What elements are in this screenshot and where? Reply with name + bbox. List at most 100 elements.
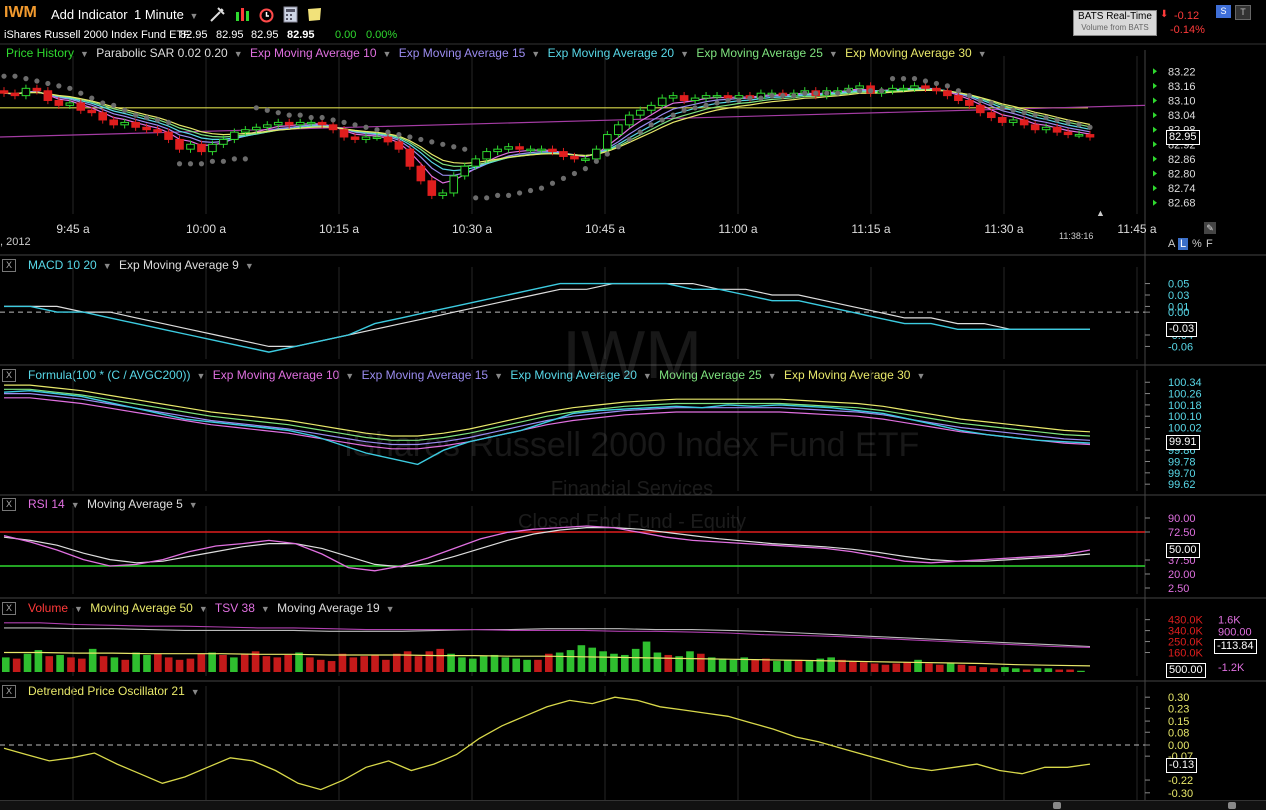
scroll-marker-icon[interactable]: ▲ xyxy=(1096,208,1105,218)
candle-body xyxy=(701,95,711,99)
sar-dot xyxy=(23,76,29,82)
sar-dot xyxy=(703,102,709,108)
candle-body xyxy=(559,151,568,157)
volume-bar xyxy=(501,657,510,672)
candle-body xyxy=(273,121,283,126)
volume-bar xyxy=(392,653,401,672)
candle-body xyxy=(0,90,9,94)
sar-dot xyxy=(12,73,18,79)
sar-dot xyxy=(67,85,73,91)
volume-bar xyxy=(1055,669,1064,672)
sar-dot xyxy=(900,76,907,82)
candle-body xyxy=(592,148,601,160)
scroll-handle-right[interactable] xyxy=(1228,802,1236,809)
scroll-handle-left[interactable] xyxy=(1053,802,1061,809)
volume-bar xyxy=(1022,669,1031,672)
y-tick-label: -0.06 xyxy=(1168,341,1193,353)
volume-bar xyxy=(360,656,368,672)
scale-mode-pct[interactable]: % xyxy=(1192,238,1202,250)
volume-bar xyxy=(805,661,814,672)
candle-body xyxy=(493,148,502,153)
sar-dot xyxy=(34,78,40,84)
formula-current-value: 99.91 xyxy=(1166,435,1200,450)
sar-dot xyxy=(922,78,929,84)
volume-bar xyxy=(240,653,249,672)
tick-arrow-icon xyxy=(1153,97,1157,104)
volume-bar xyxy=(566,650,575,672)
volume-bar xyxy=(56,654,64,672)
volume-bar xyxy=(1066,669,1074,672)
sar-dot xyxy=(1,73,7,79)
volume-bar xyxy=(262,656,271,672)
volume-bar xyxy=(447,653,455,672)
scale-mode-l[interactable]: L xyxy=(1178,238,1189,250)
sar-dot xyxy=(264,107,270,113)
sar-dot xyxy=(571,170,578,177)
sar-dot xyxy=(242,156,248,162)
sar-dot xyxy=(1087,124,1093,130)
sar-dot xyxy=(1065,119,1071,125)
y-tick-label: 0.23 xyxy=(1168,703,1189,715)
candle-body xyxy=(954,95,963,101)
sar-dot xyxy=(988,100,994,106)
sar-dot xyxy=(692,105,698,111)
rsi-current-value: 50.00 xyxy=(1166,543,1200,558)
sar-dot xyxy=(681,107,687,113)
scale-mode-a[interactable]: A xyxy=(1168,238,1175,250)
candle-body xyxy=(976,104,985,114)
sar-dot xyxy=(868,88,874,94)
volume-bar xyxy=(1001,667,1009,672)
volume-bar xyxy=(1011,668,1020,672)
candle-body xyxy=(657,97,667,106)
sar-dot xyxy=(725,97,731,104)
candle-body xyxy=(142,126,151,131)
sar-dot xyxy=(495,192,501,198)
scale-mode-f[interactable]: F xyxy=(1206,238,1213,250)
y-tick-label: 2.50 xyxy=(1168,583,1189,595)
sar-dot xyxy=(966,93,972,99)
candle-body xyxy=(888,87,897,92)
candle-body xyxy=(153,129,162,133)
chart-canvas[interactable]: IWM iShares Russell 2000 Index Fund ETF … xyxy=(0,0,1266,809)
candle-body xyxy=(646,104,656,111)
tick-arrow-icon xyxy=(1153,112,1157,119)
sar-dot xyxy=(363,124,369,130)
sar-dot xyxy=(736,97,742,104)
candle-body xyxy=(997,117,1007,123)
x-tick-label: 11:15 a xyxy=(851,222,890,236)
sar-dot xyxy=(780,93,786,99)
y-tick-label: 100.18 xyxy=(1168,400,1202,412)
sar-dot xyxy=(615,144,621,150)
candle-body xyxy=(427,180,437,196)
candle-body xyxy=(284,121,294,126)
volume-bar xyxy=(175,659,184,672)
candle-body xyxy=(87,109,97,114)
volume-bar xyxy=(154,653,162,672)
candle-body xyxy=(581,158,590,161)
y-tick-label: 83.22 xyxy=(1168,66,1196,78)
macd-current-value: -0.03 xyxy=(1166,322,1198,337)
candle-body xyxy=(921,85,930,89)
sar-dot xyxy=(484,195,490,201)
sar-dot xyxy=(626,136,632,143)
sar-dot xyxy=(374,127,380,133)
tick-arrow-icon xyxy=(1153,82,1157,89)
candle-body xyxy=(306,121,316,125)
y-tick-label: 82.86 xyxy=(1168,154,1196,166)
candle-body xyxy=(515,146,524,150)
candle-body xyxy=(855,85,864,89)
volume-bar xyxy=(697,653,705,672)
sar-dot xyxy=(56,83,62,89)
sar-dot xyxy=(813,90,819,96)
candle-body xyxy=(690,97,700,101)
sar-dot xyxy=(45,80,51,87)
pencil-icon[interactable]: ✎ xyxy=(1204,222,1216,234)
sar-dot xyxy=(275,110,281,116)
sar-dot xyxy=(747,95,753,101)
y-tick-label: 83.10 xyxy=(1168,96,1196,108)
volume-bar xyxy=(718,658,727,672)
candle-body xyxy=(339,129,349,138)
sar-dot xyxy=(187,161,194,167)
watermark-symbol: IWM xyxy=(562,317,702,393)
y-tick-label: 99.62 xyxy=(1168,479,1196,491)
